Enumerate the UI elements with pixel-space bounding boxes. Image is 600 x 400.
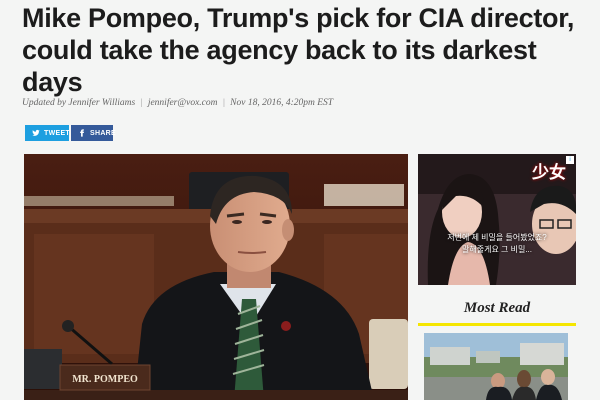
ad-caption-line1: 저번에 제 비밀을 들어봤었죠?	[447, 233, 547, 242]
article-headline: Mike Pompeo, Trump's pick for CIA direct…	[22, 3, 575, 97]
adchoices-icon[interactable]: i	[566, 156, 574, 164]
byline-separator: |	[140, 98, 143, 108]
sidebar-advertisement[interactable]: 少女 i 저번에 제 비밀을 들어봤었죠? 말해줄게요 그 비밀...	[418, 154, 576, 285]
facebook-share-label: SHARE	[90, 129, 117, 137]
byline-date: Nov 18, 2016, 4:20pm EST	[230, 98, 334, 108]
article-photo[interactable]: MR. POMPEO	[24, 154, 408, 400]
facebook-share-button[interactable]: SHARE	[71, 125, 117, 141]
most-read-divider	[418, 323, 576, 326]
byline-author[interactable]: Updated by Jennifer Williams	[22, 98, 135, 108]
nameplate-text: MR. POMPEO	[72, 374, 138, 385]
tweet-label: TWEET	[44, 129, 70, 137]
hearing-room-scene: MR. POMPEO	[24, 154, 408, 400]
byline-separator: |	[222, 98, 226, 108]
thumbnail-scene	[424, 333, 568, 400]
twitter-icon	[32, 129, 40, 136]
ad-caption-line2: 말해줄게요 그 비밀...	[462, 245, 532, 254]
byline-email[interactable]: jennifer@vox.com	[148, 98, 218, 108]
ad-title: 少女	[532, 163, 566, 182]
tweet-button[interactable]: TWEET	[25, 125, 70, 141]
byline: Updated by Jennifer Williams | jennifer@vo…	[22, 98, 582, 108]
facebook-icon	[80, 129, 84, 137]
most-read-thumbnail[interactable]	[424, 333, 568, 400]
most-read-heading: Most Read	[463, 300, 531, 316]
